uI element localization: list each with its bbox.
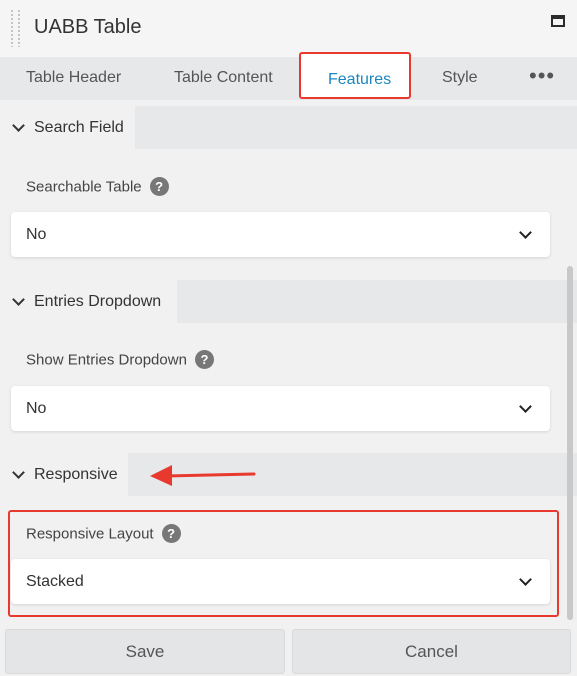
- help-icon[interactable]: ?: [194, 350, 214, 369]
- show-entries-select[interactable]: No: [11, 386, 550, 431]
- chevron-down-icon: [519, 226, 532, 239]
- section-toggle[interactable]: Entries Dropdown: [0, 280, 177, 323]
- section-title: Search Field: [34, 119, 124, 136]
- tab-style[interactable]: Style: [442, 57, 478, 100]
- features-tab-highlight: Features: [299, 52, 411, 99]
- more-tabs-icon[interactable]: •••: [529, 57, 555, 100]
- tab-features[interactable]: Features: [328, 56, 391, 97]
- section-header-entries-dropdown[interactable]: Entries Dropdown: [0, 280, 577, 323]
- section-toggle[interactable]: Responsive: [0, 453, 128, 496]
- panel-footer: Save Cancel: [0, 620, 577, 676]
- drag-handle-icon[interactable]: [11, 10, 20, 47]
- tab-table-header[interactable]: Table Header: [26, 57, 121, 100]
- responsive-layout-highlight: [8, 510, 559, 617]
- annotation-arrow-icon: [150, 465, 256, 486]
- help-icon[interactable]: ?: [149, 177, 169, 196]
- chevron-down-icon: [12, 466, 25, 479]
- section-title: Responsive: [34, 466, 118, 483]
- select-value: No: [26, 226, 47, 243]
- field-label-searchable-table: Searchable Table?: [26, 177, 169, 197]
- section-title: Entries Dropdown: [34, 293, 162, 310]
- chevron-down-icon: [519, 400, 532, 413]
- section-toggle[interactable]: Search Field: [0, 106, 135, 149]
- chevron-down-icon: [12, 119, 25, 132]
- tab-bar: Table Header Table Content Style •••: [0, 57, 577, 100]
- panel-title: UABB Table: [34, 16, 142, 38]
- vertical-scrollbar[interactable]: [567, 266, 573, 620]
- field-label-show-entries: Show Entries Dropdown?: [26, 350, 214, 370]
- select-value: No: [26, 400, 47, 417]
- chevron-down-icon: [12, 293, 25, 306]
- tab-table-content[interactable]: Table Content: [174, 57, 273, 100]
- searchable-table-select[interactable]: No: [11, 212, 550, 257]
- maximize-icon[interactable]: [551, 15, 565, 27]
- cancel-button[interactable]: Cancel: [292, 629, 571, 674]
- save-button[interactable]: Save: [5, 629, 285, 674]
- section-header-responsive[interactable]: Responsive: [0, 453, 577, 496]
- panel-titlebar: UABB Table: [0, 0, 577, 57]
- section-header-search-field[interactable]: Search Field: [0, 106, 577, 149]
